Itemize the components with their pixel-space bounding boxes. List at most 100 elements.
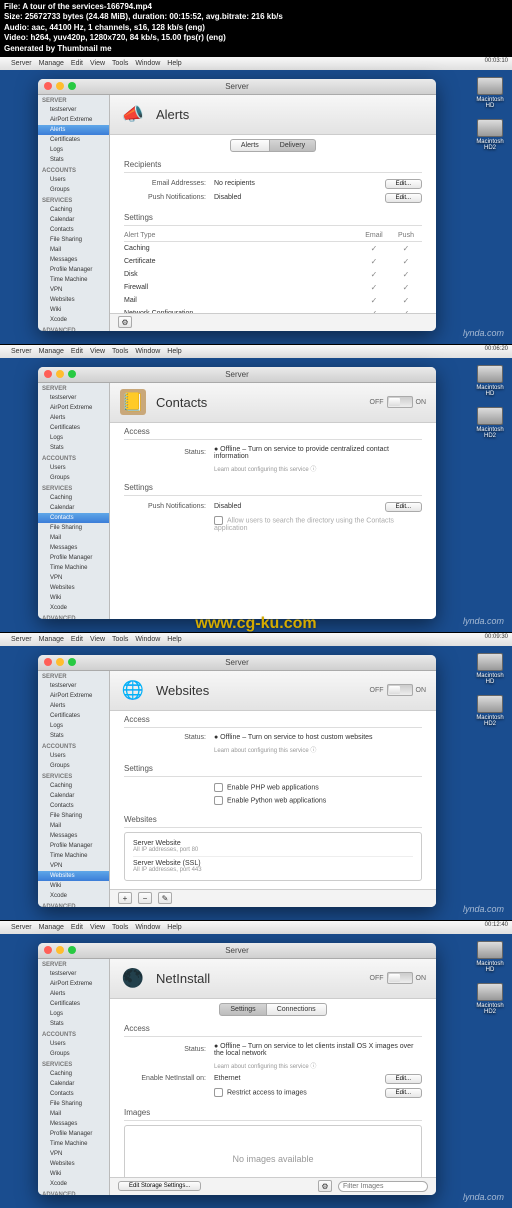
sidebar-item[interactable]: Caching [38,205,109,215]
sidebar-item[interactable]: VPN [38,1149,109,1159]
sidebar-item[interactable]: AirPort Extreme [38,691,109,701]
sidebar-item[interactable]: Wiki [38,305,109,315]
gear-icon[interactable]: ⚙ [318,1180,332,1192]
sidebar-item[interactable]: Logs [38,1009,109,1019]
sidebar-item[interactable]: Certificates [38,135,109,145]
menubar[interactable]: ServerManageEditViewToolsWindowHelp 00:0… [0,345,512,358]
allow-search-checkbox[interactable] [214,516,223,525]
sidebar-item[interactable]: Time Machine [38,1139,109,1149]
sidebar-item[interactable]: Calendar [38,215,109,225]
list-item[interactable]: Server WebsiteAll IP addresses, port 80 [133,837,413,857]
sidebar-item[interactable]: Contacts [38,513,109,523]
minimize-icon[interactable] [56,370,64,378]
sidebar-item[interactable]: Alerts [38,125,109,135]
sidebar-item[interactable]: Messages [38,543,109,553]
filter-images-input[interactable] [338,1181,428,1192]
sidebar-item[interactable]: Messages [38,255,109,265]
sidebar-item[interactable]: Wiki [38,593,109,603]
minimize-icon[interactable] [56,82,64,90]
menu-edit[interactable]: Edit [71,60,83,67]
sidebar-item[interactable]: VPN [38,573,109,583]
websites-list[interactable]: Server WebsiteAll IP addresses, port 80 … [124,832,422,881]
sidebar-item[interactable]: Time Machine [38,275,109,285]
sidebar-item[interactable]: testserver [38,681,109,691]
close-icon[interactable] [44,658,52,666]
sidebar-item[interactable]: Profile Manager [38,553,109,563]
menu-manage[interactable]: Manage [39,60,64,67]
sidebar[interactable]: SERVERtestserverAirPort ExtremeAlertsCer… [38,95,110,331]
sidebar-item[interactable]: Messages [38,1119,109,1129]
sidebar-item[interactable]: Xcode [38,1179,109,1189]
python-checkbox[interactable] [214,796,223,805]
titlebar[interactable]: Server [38,943,436,959]
sidebar-item[interactable]: Messages [38,831,109,841]
edit-icon[interactable]: ✎ [158,892,172,904]
table-row[interactable]: Mail✓✓ [124,294,422,307]
sidebar-item[interactable]: Time Machine [38,563,109,573]
sidebar-item[interactable]: File Sharing [38,1099,109,1109]
sidebar-item[interactable]: Mail [38,821,109,831]
storage-settings-button[interactable]: Edit Storage Settings... [118,1181,201,1191]
sidebar-item[interactable]: testserver [38,393,109,403]
menu-window[interactable]: Window [135,60,160,67]
sidebar-item[interactable]: Alerts [38,413,109,423]
sidebar[interactable]: SERVERtestserverAirPort ExtremeAlertsCer… [38,959,110,1195]
sidebar-item[interactable]: Logs [38,145,109,155]
plus-icon[interactable]: + [118,892,132,904]
tab-alerts[interactable]: Alerts [230,139,270,152]
gear-icon[interactable]: ⚙ [118,316,132,328]
menubar[interactable]: ServerManageEditViewToolsWindowHelp 00:1… [0,921,512,934]
sidebar-item[interactable]: Certificates [38,711,109,721]
sidebar-item[interactable]: Websites [38,295,109,305]
sidebar-item[interactable]: Xcode [38,315,109,325]
menu-view[interactable]: View [90,60,105,67]
menubar[interactable]: Server Manage Edit View Tools Window Hel… [0,57,512,70]
sidebar[interactable]: SERVERtestserverAirPort ExtremeAlertsCer… [38,671,110,907]
sidebar-item[interactable]: File Sharing [38,523,109,533]
desktop-drive-hd[interactable]: Macintosh HD [476,653,504,685]
desktop-drive-hd2[interactable]: Macintosh HD2 [476,407,504,439]
sidebar-item[interactable]: Stats [38,155,109,165]
sidebar-item[interactable]: Contacts [38,1089,109,1099]
menubar[interactable]: ServerManageEditViewToolsWindowHelp 00:0… [0,633,512,646]
sidebar-item[interactable]: Stats [38,443,109,453]
edit-push-button[interactable]: Edit... [385,502,422,512]
sidebar-item[interactable]: Profile Manager [38,1129,109,1139]
sidebar-item[interactable]: Alerts [38,989,109,999]
sidebar-item[interactable]: Mail [38,533,109,543]
sidebar-item[interactable]: Users [38,463,109,473]
zoom-icon[interactable] [68,946,76,954]
sidebar-item[interactable]: Users [38,1039,109,1049]
menu-server[interactable]: Server [11,60,32,67]
sidebar-item[interactable]: Users [38,751,109,761]
sidebar-item[interactable]: Mail [38,245,109,255]
sidebar-item[interactable]: Calendar [38,503,109,513]
sidebar-item[interactable]: Logs [38,433,109,443]
desktop-drive-hd2[interactable]: Macintosh HD2 [476,983,504,1015]
sidebar-item[interactable]: Stats [38,1019,109,1029]
close-icon[interactable] [44,946,52,954]
menu-help[interactable]: Help [167,60,181,67]
edit-restrict-button[interactable]: Edit... [385,1088,422,1098]
desktop-drive-hd[interactable]: Macintosh HD [476,77,504,109]
sidebar-item[interactable]: Contacts [38,801,109,811]
sidebar-item[interactable]: File Sharing [38,811,109,821]
titlebar[interactable]: Server [38,79,436,95]
sidebar-item[interactable]: Websites [38,1159,109,1169]
sidebar-item[interactable]: Groups [38,761,109,771]
service-toggle[interactable] [387,972,413,984]
sidebar-item[interactable]: Xcode [38,603,109,613]
sidebar-item[interactable]: AirPort Extreme [38,115,109,125]
sidebar[interactable]: SERVERtestserverAirPort ExtremeAlertsCer… [38,383,110,619]
sidebar-item[interactable]: VPN [38,861,109,871]
learn-link[interactable]: Learn about configuring this service ⓘ [214,1061,422,1070]
zoom-icon[interactable] [68,658,76,666]
list-item[interactable]: Server Website (SSL)All IP addresses, po… [133,857,413,876]
sidebar-item[interactable]: AirPort Extreme [38,979,109,989]
desktop-drive-hd2[interactable]: Macintosh HD2 [476,119,504,151]
minus-icon[interactable]: − [138,892,152,904]
sidebar-item[interactable]: testserver [38,105,109,115]
sidebar-item[interactable]: Xcode [38,891,109,901]
close-icon[interactable] [44,370,52,378]
sidebar-item[interactable]: File Sharing [38,235,109,245]
